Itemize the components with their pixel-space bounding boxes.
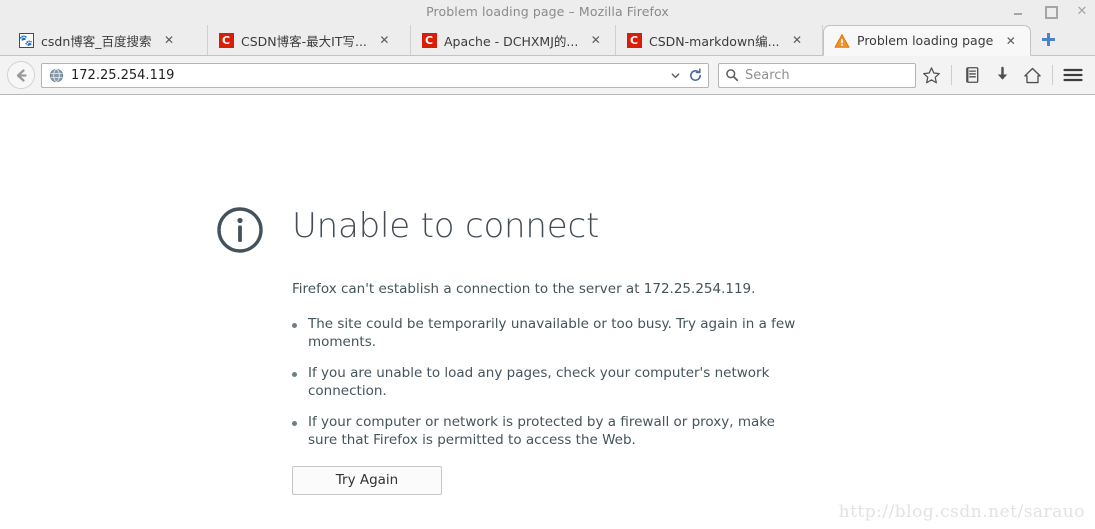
tab-csdn-blog[interactable]: C CSDN博客-最大IT写... ✕ bbox=[208, 25, 411, 55]
url-input[interactable]: 172.25.254.119 bbox=[71, 68, 666, 83]
tab-label: CSDN-markdown编... bbox=[649, 33, 780, 49]
csdn-icon: C bbox=[626, 32, 642, 48]
url-bar[interactable]: 172.25.254.119 bbox=[41, 62, 709, 88]
window-controls: ✕ bbox=[1011, 0, 1089, 22]
list-item: If your computer or network is protected… bbox=[292, 414, 802, 450]
tab-close-icon[interactable]: ✕ bbox=[1003, 35, 1018, 47]
tab-close-icon[interactable]: ✕ bbox=[377, 34, 392, 46]
tab-apache-dchxmj[interactable]: C Apache - DCHXMJ的... ✕ bbox=[411, 25, 616, 55]
baidu-paw-icon: 🐾 bbox=[18, 32, 34, 48]
tab-close-icon[interactable]: ✕ bbox=[588, 34, 603, 46]
reload-icon[interactable] bbox=[684, 67, 706, 83]
tab-label: Apache - DCHXMJ的... bbox=[444, 33, 579, 49]
menu-icon[interactable] bbox=[1058, 60, 1088, 90]
close-window-button[interactable]: ✕ bbox=[1075, 4, 1089, 18]
tab-problem-loading-page[interactable]: Problem loading page ✕ bbox=[823, 25, 1031, 56]
info-circle-icon bbox=[216, 206, 264, 258]
error-page: Unable to connect Firefox can't establis… bbox=[216, 200, 816, 495]
window-title: Problem loading page – Mozilla Firefox bbox=[426, 3, 669, 19]
chevron-down-icon[interactable] bbox=[666, 70, 684, 81]
downloads-icon[interactable] bbox=[987, 60, 1017, 90]
list-item: The site could be temporarily unavailabl… bbox=[292, 316, 802, 352]
list-item: If you are unable to load any pages, che… bbox=[292, 365, 802, 401]
error-header: Unable to connect bbox=[216, 200, 816, 258]
error-suggestion-list: The site could be temporarily unavailabl… bbox=[292, 316, 816, 450]
bookmark-star-icon[interactable] bbox=[916, 60, 946, 90]
home-icon[interactable] bbox=[1017, 60, 1047, 90]
tab-label: CSDN博客-最大IT写... bbox=[241, 33, 367, 49]
toolbar-separator bbox=[951, 65, 952, 85]
title-bar: Problem loading page – Mozilla Firefox ✕ bbox=[0, 0, 1095, 22]
tab-csdn-markdown[interactable]: C CSDN-markdown编... ✕ bbox=[616, 25, 823, 55]
tab-label: csdn博客_百度搜索 bbox=[41, 33, 152, 49]
error-body: Firefox can't establish a connection to … bbox=[292, 281, 816, 495]
page-title: Unable to connect bbox=[292, 206, 600, 246]
navigation-toolbar: 172.25.254.119 Search bbox=[0, 56, 1095, 95]
page-content: Unable to connect Firefox can't establis… bbox=[0, 95, 1095, 528]
new-tab-button[interactable] bbox=[1039, 30, 1059, 50]
error-lead-text: Firefox can't establish a connection to … bbox=[292, 281, 756, 297]
toolbar-separator bbox=[1052, 65, 1053, 85]
library-icon[interactable] bbox=[957, 60, 987, 90]
tab-strip: 🐾 csdn博客_百度搜索 ✕ C CSDN博客-最大IT写... ✕ C Ap… bbox=[0, 22, 1095, 56]
globe-icon bbox=[49, 68, 65, 83]
csdn-icon: C bbox=[218, 32, 234, 48]
tab-close-icon[interactable]: ✕ bbox=[162, 34, 177, 46]
csdn-icon: C bbox=[421, 32, 437, 48]
tab-close-icon[interactable]: ✕ bbox=[790, 34, 805, 46]
tab-csdn-baidu-search[interactable]: 🐾 csdn博客_百度搜索 ✕ bbox=[8, 25, 208, 55]
firefox-window: Problem loading page – Mozilla Firefox ✕… bbox=[0, 0, 1095, 529]
search-bar[interactable]: Search bbox=[718, 62, 916, 88]
warning-triangle-icon bbox=[834, 33, 850, 49]
search-icon bbox=[726, 69, 739, 82]
minimize-button[interactable] bbox=[1011, 4, 1025, 18]
tab-label: Problem loading page bbox=[857, 33, 994, 48]
try-again-button[interactable]: Try Again bbox=[292, 465, 442, 495]
watermark-text: http://blog.csdn.net/sarauo bbox=[838, 502, 1085, 522]
maximize-button[interactable] bbox=[1043, 4, 1058, 19]
back-arrow-icon bbox=[16, 68, 27, 82]
back-button[interactable] bbox=[7, 61, 35, 89]
search-input[interactable]: Search bbox=[745, 68, 790, 83]
